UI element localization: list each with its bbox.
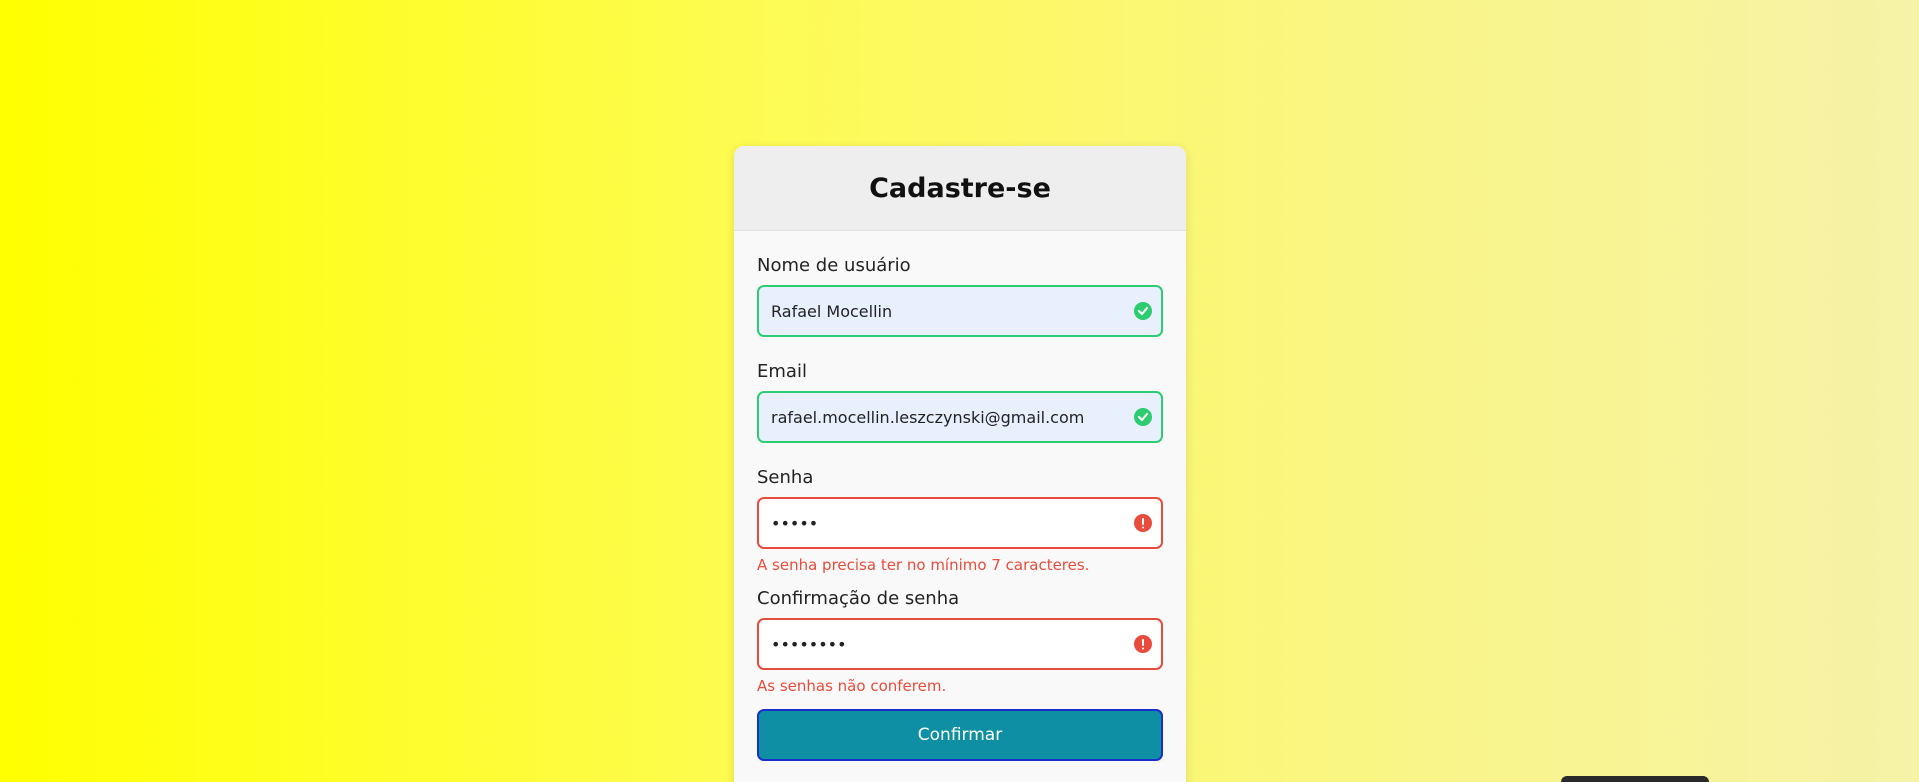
signup-form: Nome de usuário Email Senha [734,231,1186,761]
password-field-group: Senha A senha precisa ter no mínimo 7 ca… [757,467,1163,575]
exclamation-circle-icon [1134,635,1152,653]
page-title: Cadastre-se [869,172,1051,204]
password-confirm-error-message: As senhas não conferem. [757,677,947,695]
confirm-button[interactable]: Confirmar [757,709,1163,761]
password-error-message: A senha precisa ter no mínimo 7 caracter… [757,556,1090,574]
signup-card: Cadastre-se Nome de usuário Email Senha [734,146,1186,782]
floating-widget-tab[interactable] [1561,776,1709,782]
password-confirm-field-group: Confirmação de senha As senhas não confe… [757,588,1163,696]
username-field-group: Nome de usuário [757,255,1163,337]
password-input[interactable] [757,497,1163,549]
username-input-wrap [757,285,1163,337]
password-label: Senha [757,467,814,488]
username-input[interactable] [757,285,1163,337]
password-confirm-label: Confirmação de senha [757,588,960,609]
email-field-group: Email [757,361,1163,443]
email-input-wrap [757,391,1163,443]
card-header: Cadastre-se [734,146,1186,231]
email-input[interactable] [757,391,1163,443]
password-input-wrap [757,497,1163,549]
exclamation-circle-icon [1134,514,1152,532]
password-confirm-input[interactable] [757,618,1163,670]
check-circle-icon [1134,408,1152,426]
password-confirm-input-wrap [757,618,1163,670]
username-label: Nome de usuário [757,255,911,276]
email-label: Email [757,361,807,382]
check-circle-icon [1134,302,1152,320]
